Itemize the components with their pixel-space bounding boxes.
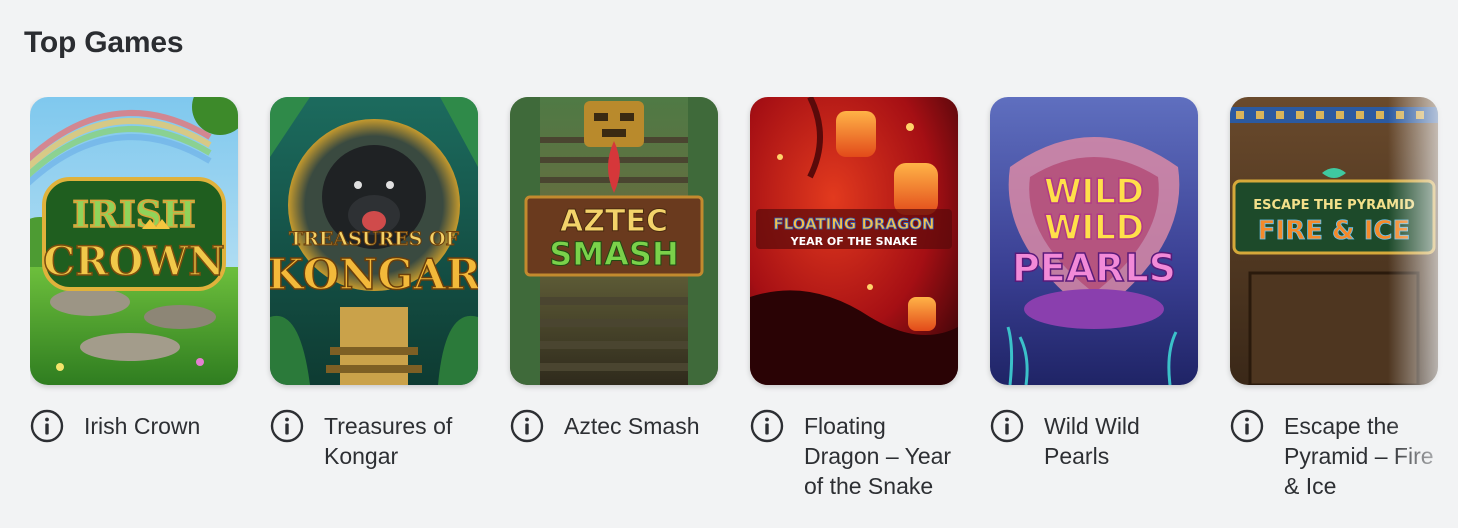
treasures-of-kongar-artwork: TREASURES OF KONGAR xyxy=(270,97,478,385)
game-card-irish-crown[interactable]: IRISH CROWN Irish Crown xyxy=(30,97,238,443)
wild-wild-pearls-logo-line1: WILD xyxy=(1044,172,1144,212)
info-circle-icon[interactable] xyxy=(1230,409,1264,443)
floating-dragon-logo-line2: YEAR OF THE SNAKE xyxy=(790,235,918,248)
game-card-floating-dragon[interactable]: FLOATING DRAGON YEAR OF THE SNAKE Floati… xyxy=(750,97,958,501)
game-thumbnail-treasures-of-kongar[interactable]: TREASURES OF KONGAR xyxy=(270,97,478,385)
kongar-logo-line1: TREASURES OF xyxy=(289,228,460,250)
game-thumbnail-wild-wild-pearls[interactable]: WILD WILD PEARLS xyxy=(990,97,1198,385)
escape-the-pyramid-logo-line2: FIRE & ICE xyxy=(1258,216,1411,246)
irish-crown-artwork: IRISH CROWN xyxy=(30,97,238,385)
wild-wild-pearls-logo-line3: PEARLS xyxy=(1012,246,1176,290)
floating-dragon-logo-line1: FLOATING DRAGON xyxy=(773,215,934,233)
game-title[interactable]: Floating Dragon – Year of the Snake xyxy=(804,411,954,501)
game-thumbnail-irish-crown[interactable]: IRISH CROWN xyxy=(30,97,238,385)
game-card-treasures-of-kongar[interactable]: TREASURES OF KONGAR Treasures of Kongar xyxy=(270,97,478,471)
info-circle-icon[interactable] xyxy=(750,409,784,443)
aztec-smash-logo-line2: SMASH xyxy=(549,235,678,273)
game-title[interactable]: Treasures of Kongar xyxy=(324,411,474,471)
irish-crown-logo-line2: CROWN xyxy=(43,238,224,285)
wild-wild-pearls-logo-line2: WILD xyxy=(1044,208,1144,248)
aztec-smash-logo-line1: AZTEC xyxy=(560,204,668,239)
game-thumbnail-aztec-smash[interactable]: AZTEC SMASH xyxy=(510,97,718,385)
kongar-logo-line2: KONGAR xyxy=(270,250,478,299)
section-title: Top Games xyxy=(24,26,184,59)
game-title[interactable]: Irish Crown xyxy=(84,411,234,441)
game-title[interactable]: Wild Wild Pearls xyxy=(1044,411,1194,471)
game-thumbnail-escape-the-pyramid[interactable]: ESCAPE THE PYRAMID FIRE & ICE xyxy=(1230,97,1438,385)
info-circle-icon[interactable] xyxy=(990,409,1024,443)
game-card-aztec-smash[interactable]: AZTEC SMASH Aztec Smash xyxy=(510,97,718,443)
game-title[interactable]: Aztec Smash xyxy=(564,411,714,441)
game-thumbnail-floating-dragon[interactable]: FLOATING DRAGON YEAR OF THE SNAKE xyxy=(750,97,958,385)
game-title[interactable]: Escape the Pyramid – Fire & Ice xyxy=(1284,411,1434,501)
info-circle-icon[interactable] xyxy=(30,409,64,443)
irish-crown-logo-line1: IRISH xyxy=(72,194,196,236)
escape-the-pyramid-artwork: ESCAPE THE PYRAMID FIRE & ICE xyxy=(1230,97,1438,385)
info-circle-icon[interactable] xyxy=(270,409,304,443)
aztec-smash-artwork: AZTEC SMASH xyxy=(510,97,718,385)
game-card-wild-wild-pearls[interactable]: WILD WILD PEARLS Wild Wild Pearls xyxy=(990,97,1198,471)
games-carousel: IRISH CROWN Irish Crown TREASURES OF KON… xyxy=(30,97,1458,517)
escape-the-pyramid-logo-line1: ESCAPE THE PYRAMID xyxy=(1253,198,1415,213)
floating-dragon-artwork: FLOATING DRAGON YEAR OF THE SNAKE xyxy=(750,97,958,385)
game-card-escape-the-pyramid[interactable]: ESCAPE THE PYRAMID FIRE & ICE Escape the… xyxy=(1230,97,1438,501)
wild-wild-pearls-artwork: WILD WILD PEARLS xyxy=(990,97,1198,385)
info-circle-icon[interactable] xyxy=(510,409,544,443)
